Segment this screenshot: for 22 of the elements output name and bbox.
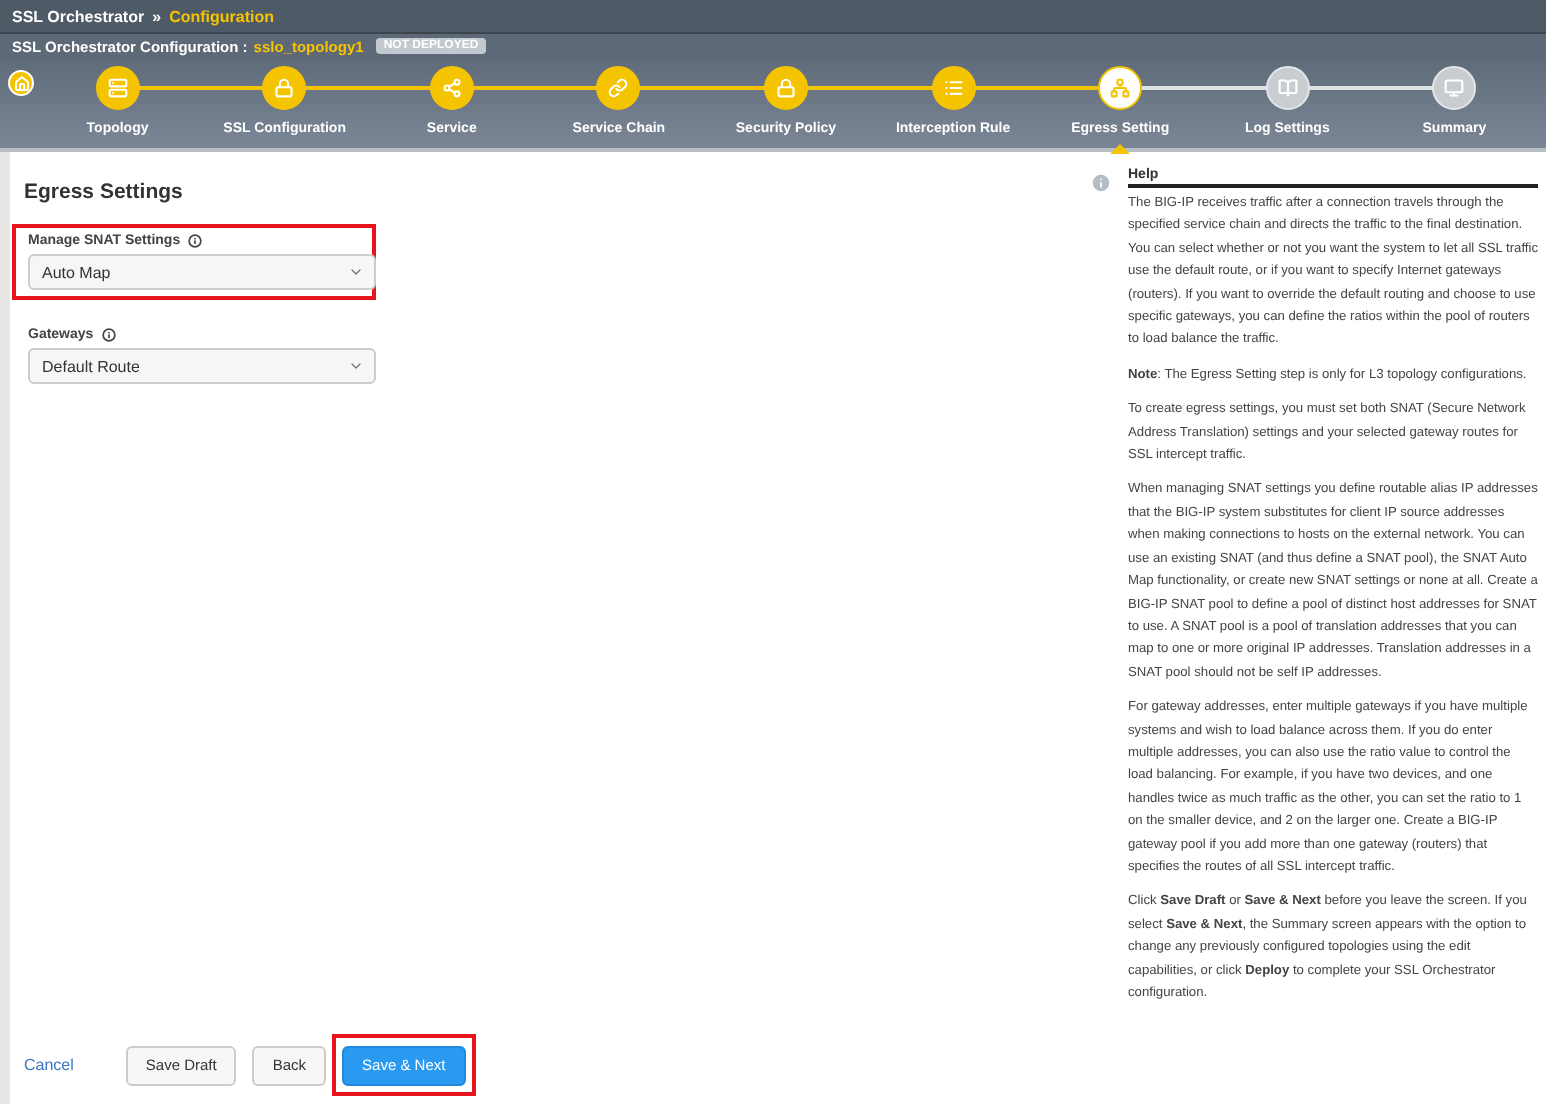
breadcrumb-current: Configuration	[169, 7, 274, 25]
breadcrumb-root[interactable]: SSL Orchestrator	[12, 7, 145, 25]
book-icon	[1277, 78, 1298, 98]
lock-icon	[775, 78, 796, 98]
network-icon	[1110, 78, 1131, 98]
home-icon[interactable]	[8, 70, 34, 96]
link-icon	[608, 78, 629, 98]
cancel-link[interactable]: Cancel	[24, 1056, 74, 1074]
monitor-icon	[1444, 78, 1465, 98]
breadcrumb-separator: »	[152, 7, 162, 25]
lock-icon	[274, 78, 295, 98]
chevron-down-icon	[348, 358, 364, 374]
current-step-marker	[1110, 144, 1131, 154]
share-icon	[441, 78, 462, 98]
select-field[interactable]: Default Route	[28, 348, 376, 384]
info-icon[interactable]	[188, 234, 203, 248]
info-icon[interactable]	[101, 328, 116, 342]
info-icon	[1090, 172, 1112, 194]
chevron-down-icon	[348, 264, 364, 280]
section-title: Egress Settings	[24, 180, 185, 204]
server-icon	[107, 78, 128, 98]
select-field[interactable]: Auto Map	[28, 254, 376, 290]
